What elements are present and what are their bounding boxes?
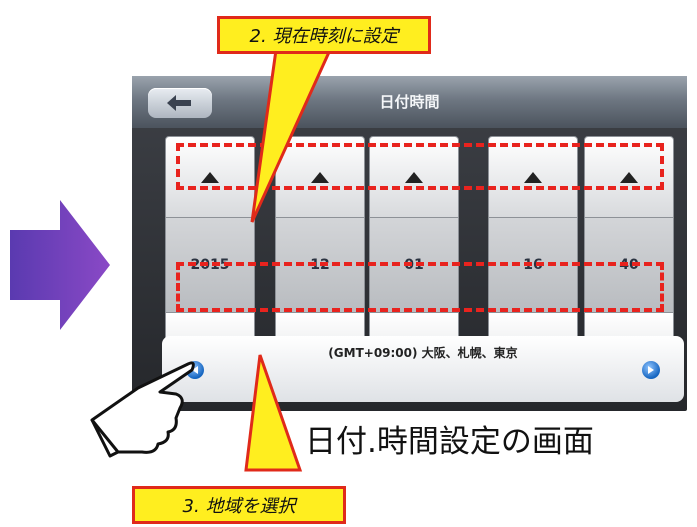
pointing-hand-icon <box>90 361 195 458</box>
step3-callout: 3. 地域を選択 <box>132 486 346 524</box>
step2-callout: 2. 現在時刻に設定 <box>217 16 431 54</box>
screen-caption: 日付.時間設定の画面 <box>305 424 594 460</box>
